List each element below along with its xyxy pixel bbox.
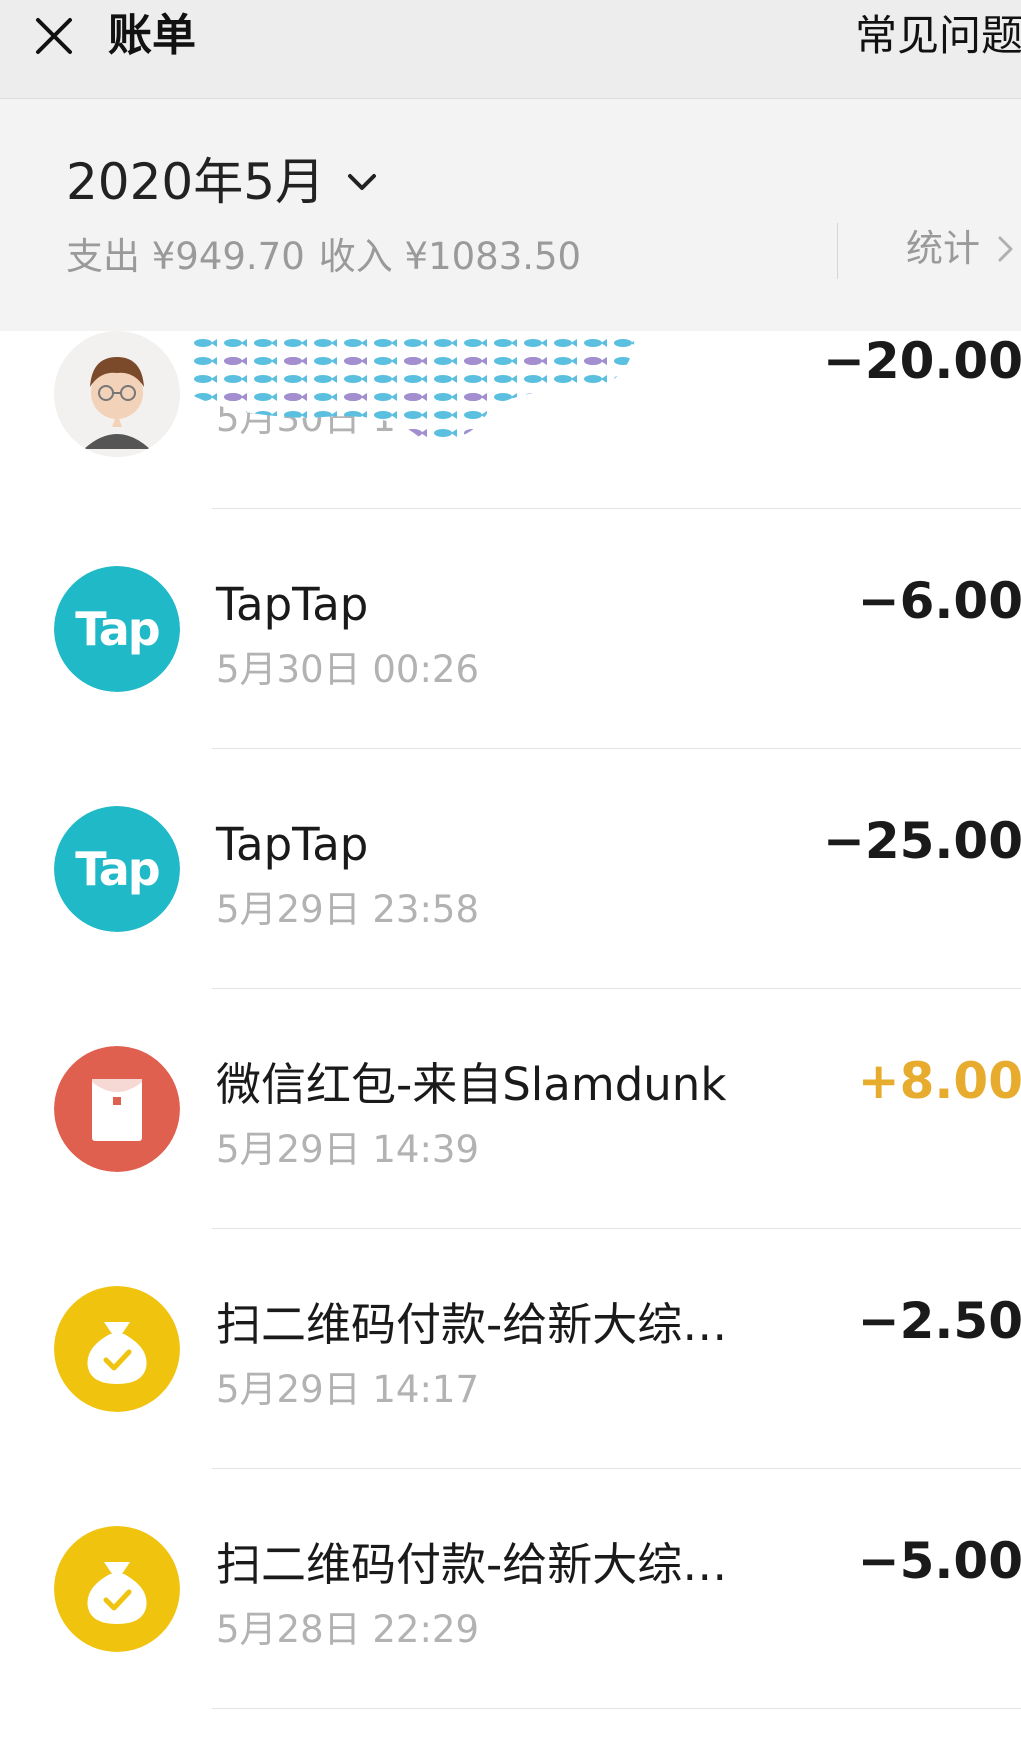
- taptap-logo-text: Tap: [75, 602, 160, 656]
- transaction-amount: −2.50: [857, 1292, 1021, 1350]
- transaction-row[interactable]: Tap TapTap 5月29日 23:58 −25.00: [0, 749, 1021, 989]
- money-bag-icon: [54, 1286, 180, 1412]
- month-label: 2020年5月: [66, 153, 326, 211]
- transaction-amount: +8.00: [857, 1052, 1021, 1110]
- expense-total: 支出 ¥949.70: [66, 235, 305, 278]
- transaction-amount: −6.00: [857, 572, 1021, 630]
- transaction-name: 微信红包-来自Slamdunk: [216, 1058, 727, 1111]
- transaction-time: 5月29日 14:39: [216, 1128, 480, 1171]
- transaction-time: 5月30日 00:26: [216, 648, 480, 691]
- transaction-row[interactable]: 扫二维码付款-给新大综… 5月29日 14:17 −2.50: [0, 1229, 1021, 1469]
- money-bag-icon: [54, 1526, 180, 1652]
- income-total: 收入 ¥1083.50: [318, 235, 582, 278]
- taptap-logo-text: Tap: [75, 842, 160, 896]
- stats-button[interactable]: 统计: [906, 224, 1016, 274]
- month-selector[interactable]: 2020年5月: [66, 151, 379, 213]
- transaction-amount: −5.00: [857, 1532, 1021, 1590]
- transaction-name: 扫二维码付款-给新大综…: [216, 1298, 728, 1351]
- row-divider: [212, 1708, 1021, 1709]
- stats-label: 统计: [906, 227, 980, 270]
- transaction-time: 5月29日 23:58: [216, 888, 480, 931]
- faq-link[interactable]: 常见问题: [855, 8, 1021, 64]
- transaction-row[interactable]: 扫二维码付款-给新大综… 5月28日 22:29 −5.00: [0, 1469, 1021, 1709]
- month-summary-header: 2020年5月 支出 ¥949.70 收入 ¥1083.50 统计: [0, 99, 1021, 331]
- transaction-row[interactable]: 微信红包-来自Slamdunk 5月29日 14:39 +8.00: [0, 989, 1021, 1229]
- taptap-icon: Tap: [54, 806, 180, 932]
- red-packet-icon: [54, 1046, 180, 1172]
- user-avatar: [54, 331, 180, 457]
- top-nav-bar: 账单 常见问题: [0, 0, 1021, 99]
- transaction-amount: −20.00: [822, 332, 1021, 390]
- taptap-icon: Tap: [54, 566, 180, 692]
- transaction-name: TapTap: [216, 818, 369, 871]
- chevron-down-icon: [348, 174, 377, 190]
- transaction-name: 扫二维码付款-给新大综…: [216, 1538, 728, 1591]
- month-totals: 支出 ¥949.70 收入 ¥1083.50: [66, 232, 595, 282]
- transaction-amount: −25.00: [822, 812, 1021, 870]
- page-title: 账单: [108, 10, 196, 61]
- divider: [837, 223, 838, 279]
- transaction-time: 5月28日 22:29: [216, 1608, 480, 1651]
- transaction-time: 5月29日 14:17: [216, 1368, 480, 1411]
- close-icon[interactable]: [32, 14, 76, 58]
- chevron-right-icon: [998, 236, 1013, 262]
- transaction-name: TapTap: [216, 578, 369, 631]
- transaction-row[interactable]: Tap TapTap 5月30日 00:26 −6.00: [0, 509, 1021, 749]
